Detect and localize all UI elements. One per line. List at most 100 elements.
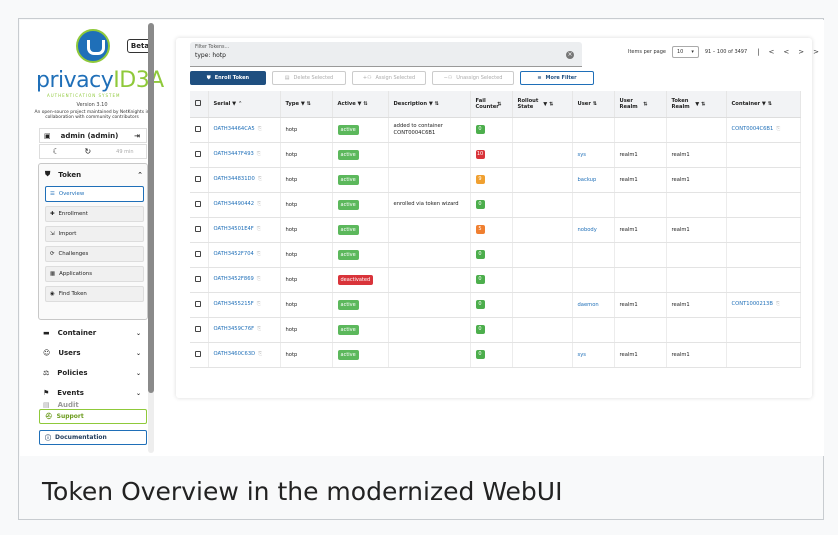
table-row[interactable]: OATH3455215F ⎘ hotp active 0 daemon realm1 real…: [190, 292, 801, 318]
sidebar-scroll-thumb[interactable]: [148, 23, 154, 393]
active-status-badge[interactable]: active: [337, 349, 359, 360]
user-cell[interactable]: nobody: [572, 217, 615, 243]
table-row[interactable]: OATH3447F493 ⎘ hotp active 10 sys realm1 realm1: [190, 142, 801, 168]
header-description[interactable]: Description ▼ ⇅: [388, 91, 471, 118]
select-all-checkbox[interactable]: [195, 99, 201, 106]
user-cell[interactable]: daemon: [572, 292, 615, 318]
unassign-selected-button[interactable]: −⚇ Unassign Selected: [432, 71, 514, 85]
copy-icon[interactable]: ⎘: [257, 201, 261, 207]
user-cell[interactable]: [572, 267, 615, 293]
assign-selected-button[interactable]: +⚇ Assign Selected: [352, 71, 426, 85]
copy-icon[interactable]: ⎘: [776, 126, 780, 132]
serial-link[interactable]: OATH34464CA5: [214, 126, 255, 132]
serial-cell[interactable]: OATH3452F869 ⎘: [208, 267, 281, 293]
serial-cell[interactable]: OATH3460C63D ⎘: [208, 342, 281, 368]
active-status-badge[interactable]: active: [337, 199, 359, 210]
header-serial[interactable]: Serial ▼ ⌃: [208, 91, 281, 118]
serial-link[interactable]: OATH34501E4F: [214, 226, 254, 232]
row-checkbox[interactable]: [195, 250, 201, 257]
header-token-realm[interactable]: Token Realm ▼ ⇅: [666, 91, 727, 118]
fail-counter-badge[interactable]: 9: [475, 175, 485, 184]
fail-counter-badge[interactable]: 0: [475, 250, 485, 259]
nav-sub-applications[interactable]: ▦ Applications: [45, 266, 144, 282]
fail-counter-badge[interactable]: 0: [475, 350, 485, 359]
serial-cell[interactable]: OATH34490442 ⎘: [208, 192, 281, 218]
table-row[interactable]: OATH34490442 ⎘ hotp active enrolled via toke…: [190, 192, 801, 218]
row-checkbox[interactable]: [195, 300, 201, 307]
fail-counter-badge[interactable]: 0: [475, 325, 485, 334]
row-select-cell[interactable]: [190, 317, 209, 343]
nav-token-header[interactable]: ⛊ Token ⌃: [45, 167, 143, 182]
table-row[interactable]: OATH34501E4F ⎘ hotp active 5 nobody realm1 real…: [190, 217, 801, 243]
user-cell[interactable]: backup: [572, 167, 615, 193]
copy-icon[interactable]: ⎘: [776, 301, 780, 307]
fail-counter-badge[interactable]: 0: [475, 125, 485, 134]
logout-icon[interactable]: ⇥: [134, 132, 140, 140]
delete-selected-button[interactable]: ▤ Delete Selected: [272, 71, 346, 85]
serial-link[interactable]: OATH3455215F: [214, 301, 254, 307]
table-row[interactable]: OATH344831D0 ⎘ hotp active 9 backup realm1 real…: [190, 167, 801, 193]
copy-icon[interactable]: ⎘: [257, 226, 261, 232]
container-cell[interactable]: [726, 142, 801, 168]
table-row[interactable]: OATH3452F869 ⎘ hotp deactivated 0: [190, 267, 801, 293]
active-status-badge[interactable]: active: [337, 249, 359, 260]
user-box[interactable]: ▣ admin (admin) ⇥: [39, 128, 147, 143]
copy-icon[interactable]: ⎘: [257, 151, 261, 157]
row-checkbox[interactable]: [195, 125, 201, 132]
copy-icon[interactable]: ⎘: [257, 301, 261, 307]
container-cell[interactable]: [726, 192, 801, 218]
user-cell[interactable]: [572, 117, 615, 143]
container-cell[interactable]: [726, 242, 801, 268]
fail-counter-badge[interactable]: 0: [475, 200, 485, 209]
nav-item-events[interactable]: ⚑ Events ⌄: [43, 386, 147, 400]
user-cell[interactable]: [572, 192, 615, 218]
serial-cell[interactable]: OATH3459C76F ⎘: [208, 317, 281, 343]
row-select-cell[interactable]: [190, 142, 209, 168]
container-cell[interactable]: [726, 217, 801, 243]
nav-item-policies[interactable]: ⚖ Policies ⌄: [43, 366, 147, 380]
header-user[interactable]: User ⇅: [572, 91, 615, 118]
header-type[interactable]: Type ▼ ⇅: [280, 91, 333, 118]
serial-link[interactable]: OATH3459C76F: [214, 326, 255, 332]
nav-item-container[interactable]: ▬ Container ⌄: [43, 326, 147, 340]
container-cell[interactable]: [726, 317, 801, 343]
header-fail-counter[interactable]: Fail Counter ⇅: [470, 91, 513, 118]
active-status-badge[interactable]: active: [337, 324, 359, 335]
nav-item-audit[interactable]: ▤ Audit: [43, 401, 147, 409]
active-status-badge[interactable]: active: [337, 124, 359, 135]
header-user-realm[interactable]: User Realm ⇅: [614, 91, 667, 118]
serial-link[interactable]: OATH3460C63D: [214, 351, 256, 357]
filter-input[interactable]: type: hotp: [195, 52, 577, 59]
nav-sub-enrollment[interactable]: ✚ Enrollment: [45, 206, 144, 222]
container-cell[interactable]: [726, 167, 801, 193]
header-active[interactable]: Active ▼ ⇅: [332, 91, 389, 118]
serial-cell[interactable]: OATH34464CA5 ⎘: [208, 117, 281, 143]
active-status-badge[interactable]: active: [337, 149, 359, 160]
row-checkbox[interactable]: [195, 150, 201, 157]
copy-icon[interactable]: ⎘: [258, 351, 262, 357]
header-container[interactable]: Container ▼ ⇅: [726, 91, 801, 118]
row-select-cell[interactable]: [190, 217, 209, 243]
fail-counter-badge[interactable]: 10: [475, 150, 485, 159]
row-select-cell[interactable]: [190, 267, 209, 293]
last-page-icon[interactable]: >|: [813, 48, 824, 56]
user-cell[interactable]: sys: [572, 142, 615, 168]
row-select-cell[interactable]: [190, 292, 209, 318]
enroll-token-button[interactable]: ⛊ Enroll Token: [190, 71, 266, 85]
row-select-cell[interactable]: [190, 242, 209, 268]
container-cell[interactable]: [726, 342, 801, 368]
container-cell[interactable]: [726, 267, 801, 293]
header-rollout-state[interactable]: Rollout State ▼ ⇅: [512, 91, 573, 118]
fail-counter-badge[interactable]: 0: [475, 275, 485, 284]
serial-cell[interactable]: OATH3452F704 ⎘: [208, 242, 281, 268]
container-link[interactable]: CONT1000213B: [732, 301, 773, 307]
row-checkbox[interactable]: [195, 325, 201, 332]
container-cell[interactable]: CONT0004C6B1 ⎘: [726, 117, 801, 143]
copy-icon[interactable]: ⎘: [257, 276, 261, 282]
serial-cell[interactable]: OATH3455215F ⎘: [208, 292, 281, 318]
nav-sub-import[interactable]: ⇲ Import: [45, 226, 144, 242]
serial-link[interactable]: OATH344831D0: [214, 176, 255, 182]
nav-sub-overview[interactable]: ☰ Overview: [45, 186, 144, 202]
fail-counter-badge[interactable]: 0: [475, 300, 485, 309]
copy-icon[interactable]: ⎘: [258, 126, 262, 132]
